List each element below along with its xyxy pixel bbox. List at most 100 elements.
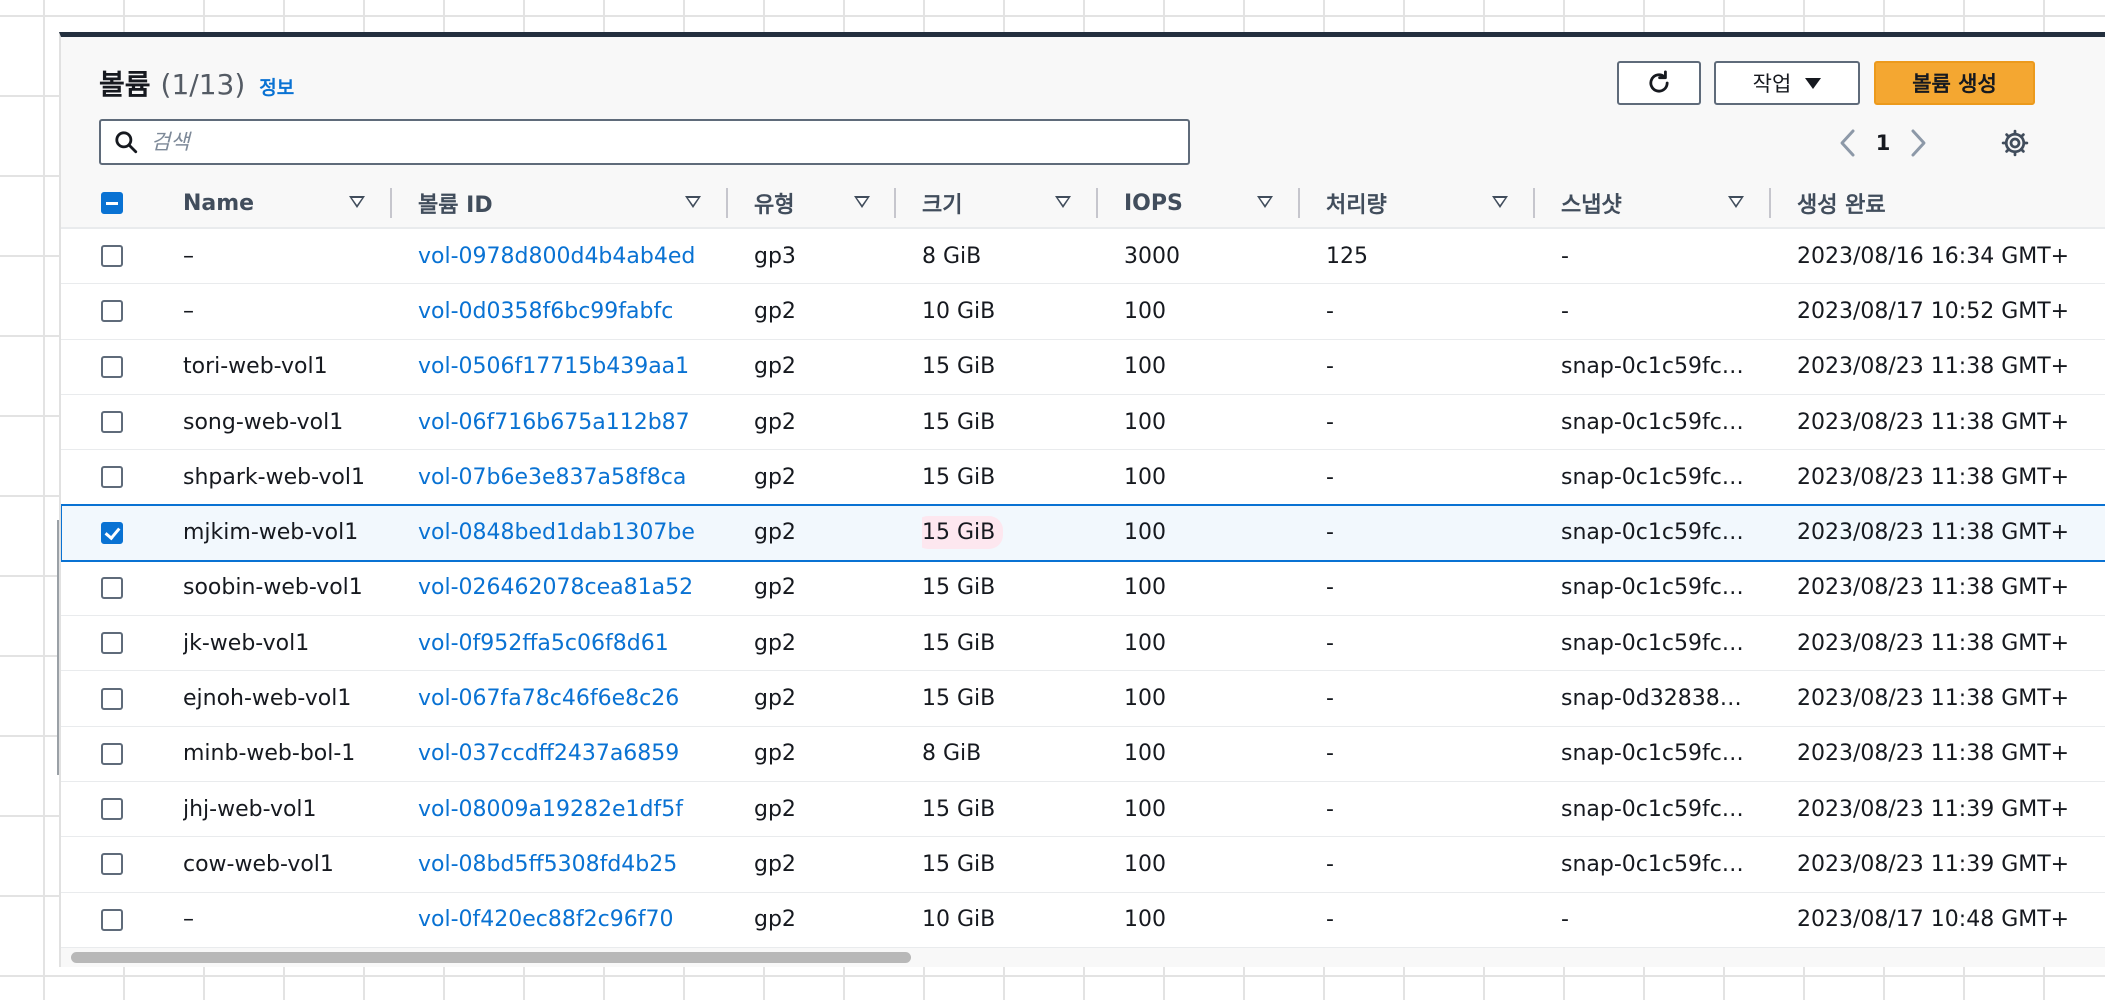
table-row[interactable]: ejnoh-web-vol1 vol-067fa78c46f6e8c26 gp2… <box>61 671 2105 727</box>
volume-snapshot: snap-0c1c59fc… <box>1561 630 1744 656</box>
column-header-size[interactable]: 크기 <box>922 179 962 227</box>
current-page-number[interactable]: 1 <box>1865 131 1901 155</box>
volume-snapshot: snap-0c1c59fc… <box>1561 796 1744 822</box>
sort-caret-icon[interactable] <box>1492 196 1508 208</box>
search-input[interactable] <box>149 129 1153 155</box>
volume-snapshot: - <box>1561 243 1569 269</box>
table-row[interactable]: jk-web-vol1 vol-0f952ffa5c06f8d61 gp2 15… <box>61 616 2105 672</box>
table-row[interactable]: shpark-web-vol1 vol-07b6e3e837a58f8ca gp… <box>61 450 2105 506</box>
sort-caret-icon[interactable] <box>685 196 701 208</box>
row-checkbox[interactable] <box>101 521 123 544</box>
pagination: 1 <box>1831 121 1935 165</box>
volume-name: – <box>183 298 194 324</box>
volume-size-text: 15 GiB <box>922 686 996 712</box>
volume-type: gp2 <box>754 354 796 380</box>
volume-created-time: 2023/08/23 11:38 GMT+ <box>1797 741 2070 767</box>
sort-caret-icon[interactable] <box>1728 196 1744 208</box>
info-link[interactable]: 정보 <box>259 73 294 100</box>
volume-id-link[interactable]: vol-0f420ec88f2c96f70 <box>418 893 718 947</box>
row-checkbox[interactable] <box>101 742 123 765</box>
volume-type: gp2 <box>754 464 796 490</box>
volume-name: mjkim-web-vol1 <box>183 520 359 546</box>
volume-size: 15 GiB <box>922 395 1092 449</box>
next-page-button[interactable] <box>1901 123 1935 163</box>
volume-id-link[interactable]: vol-0848bed1dab1307be <box>418 505 718 559</box>
row-checkbox[interactable] <box>101 300 123 323</box>
volume-size-text: 15 GiB <box>922 575 996 601</box>
volume-iops: 100 <box>1124 686 1166 712</box>
sort-caret-icon[interactable] <box>1055 196 1071 208</box>
row-checkbox[interactable] <box>101 632 123 655</box>
row-checkbox[interactable] <box>101 411 123 434</box>
column-header-volume-id[interactable]: 볼륨 ID <box>418 179 493 227</box>
volume-type: gp2 <box>754 575 796 601</box>
row-checkbox[interactable] <box>101 355 123 378</box>
volume-name: tori-web-vol1 <box>183 354 328 380</box>
volume-created-time: 2023/08/17 10:52 GMT+ <box>1797 298 2070 324</box>
volume-id-link[interactable]: vol-026462078cea81a52 <box>418 561 718 615</box>
volume-id-link[interactable]: vol-0d0358f6bc99fabfc <box>418 284 718 338</box>
previous-page-button[interactable] <box>1831 123 1865 163</box>
volume-size: 15 GiB <box>922 561 1092 615</box>
create-volume-button[interactable]: 볼륨 생성 <box>1874 61 2035 105</box>
volume-size-text: 15 GiB <box>922 464 996 490</box>
column-header-name[interactable]: Name <box>183 179 254 227</box>
row-checkbox[interactable] <box>101 466 123 489</box>
volume-throughput: - <box>1326 851 1334 877</box>
volume-id-link[interactable]: vol-037ccdff2437a6859 <box>418 727 718 781</box>
table-row[interactable]: – vol-0d0358f6bc99fabfc gp2 10 GiB 100 -… <box>61 284 2105 340</box>
volume-id-link[interactable]: vol-067fa78c46f6e8c26 <box>418 671 718 725</box>
column-divider <box>1096 188 1098 218</box>
column-header-iops[interactable]: IOPS <box>1124 179 1183 227</box>
volume-snapshot: - <box>1561 907 1569 933</box>
sort-caret-icon[interactable] <box>349 196 365 208</box>
volume-size: 15 GiB <box>922 450 1092 504</box>
volume-id-link[interactable]: vol-08009a19282e1df5f <box>418 782 718 836</box>
volume-id-link[interactable]: vol-07b6e3e837a58f8ca <box>418 450 718 504</box>
column-header-created[interactable]: 생성 완료 <box>1797 179 1886 227</box>
volume-iops: 100 <box>1124 409 1166 435</box>
volume-id-link[interactable]: vol-06f716b675a112b87 <box>418 395 718 449</box>
volume-iops: 100 <box>1124 520 1166 546</box>
column-header-type[interactable]: 유형 <box>754 179 794 227</box>
table-row[interactable]: song-web-vol1 vol-06f716b675a112b87 gp2 … <box>61 394 2105 451</box>
refresh-button[interactable] <box>1617 61 1701 105</box>
volume-id-link[interactable]: vol-08bd5ff5308fd4b25 <box>418 837 718 891</box>
volume-size-text: 15 GiB <box>922 851 996 877</box>
row-checkbox[interactable] <box>101 798 123 821</box>
sort-caret-icon[interactable] <box>854 196 870 208</box>
table-row[interactable]: cow-web-vol1 vol-08bd5ff5308fd4b25 gp2 1… <box>61 837 2105 893</box>
table-row[interactable]: minb-web-bol-1 vol-037ccdff2437a6859 gp2… <box>61 726 2105 782</box>
table-row[interactable]: mjkim-web-vol1 vol-0848bed1dab1307be gp2… <box>61 504 2105 562</box>
table-row[interactable]: soobin-web-vol1 vol-026462078cea81a52 gp… <box>61 560 2105 617</box>
volume-name: minb-web-bol-1 <box>183 741 356 767</box>
table-settings-button[interactable] <box>1997 125 2033 161</box>
row-checkbox[interactable] <box>101 853 123 876</box>
actions-dropdown-button[interactable]: 작업 <box>1714 61 1860 105</box>
volume-id-link[interactable]: vol-0f952ffa5c06f8d61 <box>418 616 718 670</box>
volumes-panel: 볼륨 (1/13) 정보 작업 볼륨 생성 1 <box>59 32 2105 967</box>
row-checkbox[interactable] <box>101 576 123 599</box>
column-header-snapshot[interactable]: 스냅샷 <box>1561 179 1622 227</box>
row-checkbox[interactable] <box>101 245 123 268</box>
volume-throughput: - <box>1326 741 1334 767</box>
sort-caret-icon[interactable] <box>1257 196 1273 208</box>
select-all-checkbox[interactable] <box>101 192 123 214</box>
volume-id-link[interactable]: vol-0506f17715b439aa1 <box>418 340 718 394</box>
volume-throughput: - <box>1326 520 1334 546</box>
volume-throughput: - <box>1326 575 1334 601</box>
volume-size-text: 10 GiB <box>922 907 996 933</box>
table-row[interactable]: jhj-web-vol1 vol-08009a19282e1df5f gp2 1… <box>61 781 2105 838</box>
volume-id-link[interactable]: vol-0978d800d4b4ab4ed <box>418 229 718 283</box>
volume-size: 15 GiB <box>922 837 1092 891</box>
volume-type: gp2 <box>754 298 796 324</box>
volume-snapshot: snap-0c1c59fc… <box>1561 520 1744 546</box>
table-row[interactable]: – vol-0978d800d4b4ab4ed gp3 8 GiB 3000 1… <box>61 229 2105 285</box>
row-checkbox[interactable] <box>101 687 123 710</box>
column-header-throughput[interactable]: 처리량 <box>1326 179 1387 227</box>
horizontal-scrollbar[interactable] <box>71 952 911 963</box>
row-checkbox[interactable] <box>101 908 123 931</box>
table-row[interactable]: – vol-0f420ec88f2c96f70 gp2 10 GiB 100 -… <box>61 892 2105 948</box>
table-row[interactable]: tori-web-vol1 vol-0506f17715b439aa1 gp2 … <box>61 339 2105 395</box>
volume-size: 10 GiB <box>922 284 1092 338</box>
